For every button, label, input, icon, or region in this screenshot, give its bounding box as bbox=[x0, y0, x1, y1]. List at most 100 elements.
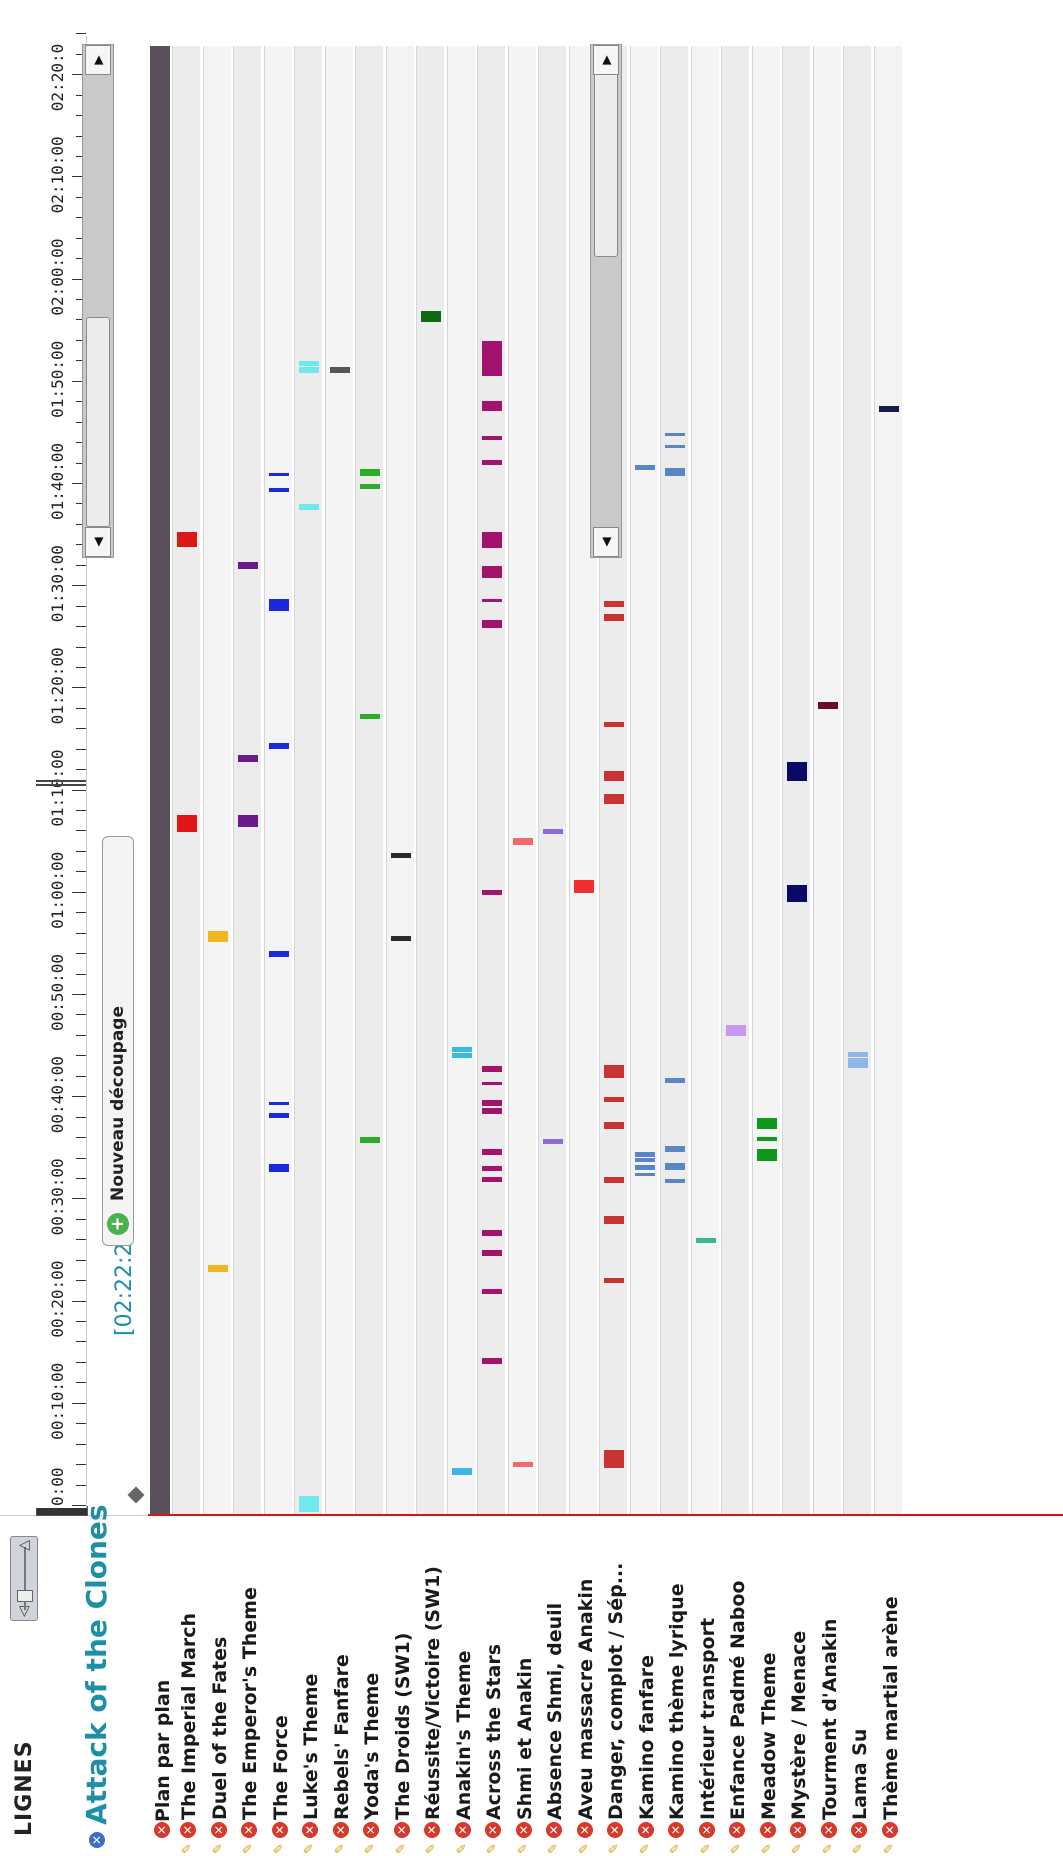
occurrence-segment[interactable] bbox=[878, 406, 899, 413]
delete-icon[interactable]: ✕ bbox=[363, 1822, 379, 1838]
playhead-marker-icon[interactable] bbox=[127, 1486, 145, 1504]
occurrence-segment[interactable] bbox=[604, 1065, 624, 1071]
occurrence-segment[interactable] bbox=[604, 1215, 624, 1224]
delete-icon[interactable]: ✕ bbox=[241, 1822, 257, 1838]
line-label[interactable]: ✎ ✕ Kamino thème lyrique bbox=[660, 1516, 690, 1856]
occurrence-segment[interactable] bbox=[482, 889, 502, 895]
occurrence-segment[interactable] bbox=[238, 754, 258, 762]
scroll-right-arrow-icon[interactable]: ▶ bbox=[85, 45, 111, 75]
timeline-lane[interactable] bbox=[355, 46, 383, 1516]
line-label[interactable]: ✎ ✕ Yoda's Theme bbox=[355, 1516, 385, 1856]
horizontal-scrollbar-bottom[interactable]: ◀ ▶ bbox=[590, 44, 622, 558]
occurrence-segment[interactable] bbox=[787, 766, 807, 774]
occurrence-segment[interactable] bbox=[268, 472, 289, 476]
timeline-lane[interactable] bbox=[233, 46, 261, 1516]
edit-pencil-icon[interactable]: ✎ bbox=[363, 1840, 378, 1854]
timeline-lane[interactable] bbox=[538, 46, 566, 1516]
edit-pencil-icon[interactable]: ✎ bbox=[302, 1840, 317, 1854]
timeline-lane[interactable] bbox=[416, 46, 444, 1516]
horizontal-scrollbar-top[interactable]: ◀ ▶ bbox=[82, 44, 114, 558]
occurrence-segment[interactable] bbox=[604, 721, 624, 728]
occurrence-segment[interactable] bbox=[482, 619, 502, 624]
edit-pencil-icon[interactable]: ✎ bbox=[821, 1840, 836, 1854]
occurrence-segment[interactable] bbox=[482, 1066, 502, 1073]
occurrence-segment[interactable] bbox=[756, 1118, 777, 1129]
timeline-lane[interactable] bbox=[812, 46, 841, 1516]
timeline-lane[interactable] bbox=[172, 46, 200, 1516]
delete-icon[interactable]: ✕ bbox=[851, 1822, 867, 1838]
delete-icon[interactable]: ✕ bbox=[515, 1822, 532, 1838]
occurrence-segment[interactable] bbox=[482, 1081, 502, 1085]
delete-icon[interactable]: ✕ bbox=[790, 1822, 806, 1838]
time-ruler[interactable]: 0:00 00:10:00 00:20:00 00:30:00 00:40:00 00:5… bbox=[36, 33, 87, 1508]
timeline-lane[interactable] bbox=[263, 46, 292, 1516]
edit-pencil-icon[interactable]: ✎ bbox=[607, 1840, 622, 1854]
occurrence-segment[interactable] bbox=[543, 1138, 563, 1144]
scroll-right-arrow-icon[interactable]: ▶ bbox=[593, 45, 619, 75]
occurrence-segment[interactable] bbox=[848, 1058, 868, 1064]
zoom-slider[interactable]: ◁ △ bbox=[10, 1536, 38, 1621]
delete-icon[interactable]: ✕ bbox=[668, 1822, 684, 1838]
scroll-left-arrow-icon[interactable]: ◀ bbox=[85, 527, 111, 557]
delete-icon[interactable]: ✕ bbox=[180, 1822, 196, 1838]
occurrence-segment[interactable] bbox=[482, 531, 502, 549]
line-label[interactable]: ✎ ✕ Thème martial arène bbox=[874, 1516, 904, 1856]
edit-pencil-icon[interactable]: ✎ bbox=[272, 1840, 287, 1854]
occurrence-segment[interactable] bbox=[482, 565, 502, 578]
occurrence-segment[interactable] bbox=[360, 469, 380, 476]
occurrence-segment[interactable] bbox=[451, 1053, 472, 1059]
occurrence-segment[interactable] bbox=[665, 1077, 685, 1083]
occurrence-segment[interactable] bbox=[787, 885, 807, 902]
line-label[interactable]: ✎ ✕ Meadow Theme bbox=[752, 1516, 782, 1856]
occurrence-segment[interactable] bbox=[756, 1149, 777, 1162]
occurrence-segment[interactable] bbox=[634, 465, 655, 471]
line-label[interactable]: ✎ ✕ The Droids (SW1) bbox=[386, 1516, 416, 1856]
line-label[interactable]: ✎ ✕ Absence Shmi, deuil bbox=[538, 1516, 568, 1856]
occurrence-segment[interactable] bbox=[665, 432, 685, 436]
line-label[interactable]: ✎ ✕ Réussite/Victoire (SW1) bbox=[416, 1516, 446, 1856]
timeline-lane[interactable] bbox=[721, 46, 749, 1516]
occurrence-segment[interactable] bbox=[604, 601, 624, 608]
edit-pencil-icon[interactable]: ✎ bbox=[455, 1840, 470, 1854]
occurrence-segment[interactable] bbox=[482, 401, 502, 412]
occurrence-segment[interactable] bbox=[360, 1136, 380, 1143]
occurrence-segment[interactable] bbox=[634, 1158, 655, 1163]
occurrence-segment[interactable] bbox=[482, 340, 502, 377]
occurrence-segment[interactable] bbox=[787, 775, 807, 782]
line-label[interactable]: ✎ ✕ Tourment d'Anakin bbox=[813, 1516, 843, 1856]
occurrence-segment[interactable] bbox=[177, 825, 197, 833]
occurrence-segment[interactable] bbox=[604, 1121, 624, 1129]
edit-pencil-icon[interactable]: ✎ bbox=[211, 1840, 226, 1854]
occurrence-segment[interactable] bbox=[848, 1052, 868, 1058]
occurrence-segment[interactable] bbox=[360, 483, 380, 489]
delete-icon[interactable]: ✕ bbox=[546, 1822, 562, 1838]
delete-icon[interactable]: ✕ bbox=[154, 1822, 170, 1838]
edit-pencil-icon[interactable]: ✎ bbox=[882, 1840, 897, 1854]
occurrence-segment[interactable] bbox=[299, 367, 319, 374]
occurrence-segment[interactable] bbox=[604, 1277, 624, 1283]
timeline-lane[interactable] bbox=[660, 46, 688, 1516]
line-label[interactable]: ✎ ✕ Luke's Theme bbox=[294, 1516, 324, 1856]
occurrence-segment[interactable] bbox=[177, 531, 197, 548]
occurrence-segment[interactable] bbox=[268, 487, 289, 492]
delete-icon[interactable]: ✕ bbox=[576, 1822, 593, 1838]
delete-icon[interactable]: ✕ bbox=[210, 1822, 227, 1838]
timeline-lane[interactable] bbox=[385, 46, 414, 1516]
delete-icon[interactable]: ✕ bbox=[820, 1822, 837, 1838]
occurrence-segment[interactable] bbox=[482, 1289, 502, 1295]
line-label[interactable]: ✎ ✕ Duel of the Fates bbox=[203, 1516, 233, 1856]
occurrence-segment[interactable] bbox=[238, 562, 258, 569]
occurrence-segment[interactable] bbox=[238, 814, 258, 823]
delete-icon[interactable]: ✕ bbox=[607, 1822, 623, 1838]
occurrence-segment[interactable] bbox=[634, 1172, 655, 1176]
delete-icon[interactable]: ✕ bbox=[332, 1822, 349, 1838]
line-label[interactable]: ✎ ✕ Shmi et Anakin bbox=[508, 1516, 538, 1856]
timeline-lane[interactable] bbox=[324, 46, 353, 1516]
occurrence-segment[interactable] bbox=[573, 880, 594, 893]
occurrence-segment[interactable] bbox=[604, 770, 624, 782]
occurrence-segment[interactable] bbox=[634, 1165, 655, 1170]
delete-icon[interactable]: ✕ bbox=[393, 1822, 410, 1838]
edit-pencil-icon[interactable]: ✎ bbox=[760, 1840, 775, 1854]
delete-icon[interactable]: ✕ bbox=[759, 1822, 776, 1838]
edit-pencil-icon[interactable]: ✎ bbox=[851, 1840, 866, 1854]
